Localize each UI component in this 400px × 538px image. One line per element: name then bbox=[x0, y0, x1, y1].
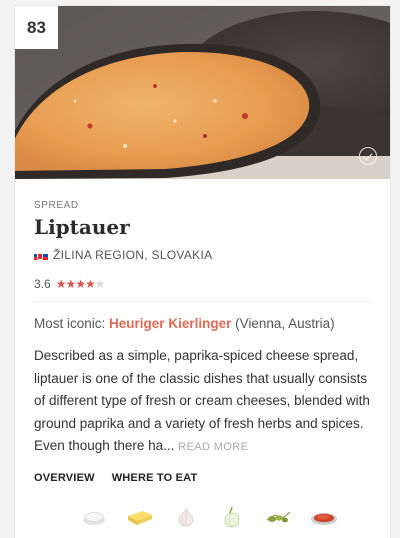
star-empty-icon: ★ bbox=[94, 277, 106, 291]
cream-cheese-icon[interactable] bbox=[79, 506, 109, 528]
most-iconic-prefix: Most iconic: bbox=[34, 316, 106, 331]
tab-overview[interactable]: OVERVIEW bbox=[34, 472, 95, 484]
rank-badge: 83 bbox=[15, 6, 58, 49]
most-iconic-location: (Vienna, Austria) bbox=[235, 316, 335, 331]
read-more-link[interactable]: READ MORE bbox=[178, 441, 248, 453]
butter-icon[interactable] bbox=[125, 506, 155, 528]
dish-card[interactable]: 83 Spread Liptauer ŽILINA REGION, SLOVAK… bbox=[15, 6, 390, 538]
most-iconic-place-link[interactable]: Heuriger Kierlinger bbox=[109, 316, 231, 331]
garlic-icon[interactable] bbox=[171, 506, 201, 528]
dish-photo[interactable]: 83 bbox=[15, 6, 390, 179]
dish-tabs: OVERVIEW WHERE TO EAT bbox=[34, 472, 371, 484]
star-filled-icon: ★ bbox=[75, 277, 86, 291]
tab-where-to-eat[interactable]: WHERE TO EAT bbox=[112, 472, 198, 484]
onion-icon[interactable] bbox=[217, 506, 247, 528]
slovakia-flag-icon bbox=[34, 250, 48, 260]
dish-region[interactable]: ŽILINA REGION, SLOVAKIA bbox=[34, 248, 371, 262]
rating-value: 3.6 bbox=[34, 277, 51, 291]
divider bbox=[34, 301, 371, 302]
star-filled-icon: ★ bbox=[55, 277, 67, 291]
dish-description: Described as a simple, paprika-spiced ch… bbox=[34, 345, 371, 459]
star-filled-icon: ★ bbox=[84, 277, 96, 291]
capers-icon[interactable] bbox=[263, 506, 293, 528]
region-label: ŽILINA REGION, SLOVAKIA bbox=[53, 248, 213, 262]
dish-category: Spread bbox=[34, 200, 79, 211]
dish-title[interactable]: Liptauer bbox=[34, 215, 371, 239]
dish-image bbox=[15, 6, 390, 179]
ingredients-row bbox=[79, 506, 339, 528]
photo-check-icon[interactable] bbox=[359, 147, 377, 165]
paprika-icon[interactable] bbox=[309, 506, 339, 528]
most-iconic: Most iconic: Heuriger Kierlinger (Vienna… bbox=[34, 316, 371, 331]
description-text: Described as a simple, paprika-spiced ch… bbox=[34, 348, 370, 453]
rating-stars: ★★★★★ bbox=[55, 277, 106, 291]
rating: 3.6 ★★★★★ bbox=[34, 277, 371, 291]
star-filled-icon: ★ bbox=[65, 277, 76, 291]
